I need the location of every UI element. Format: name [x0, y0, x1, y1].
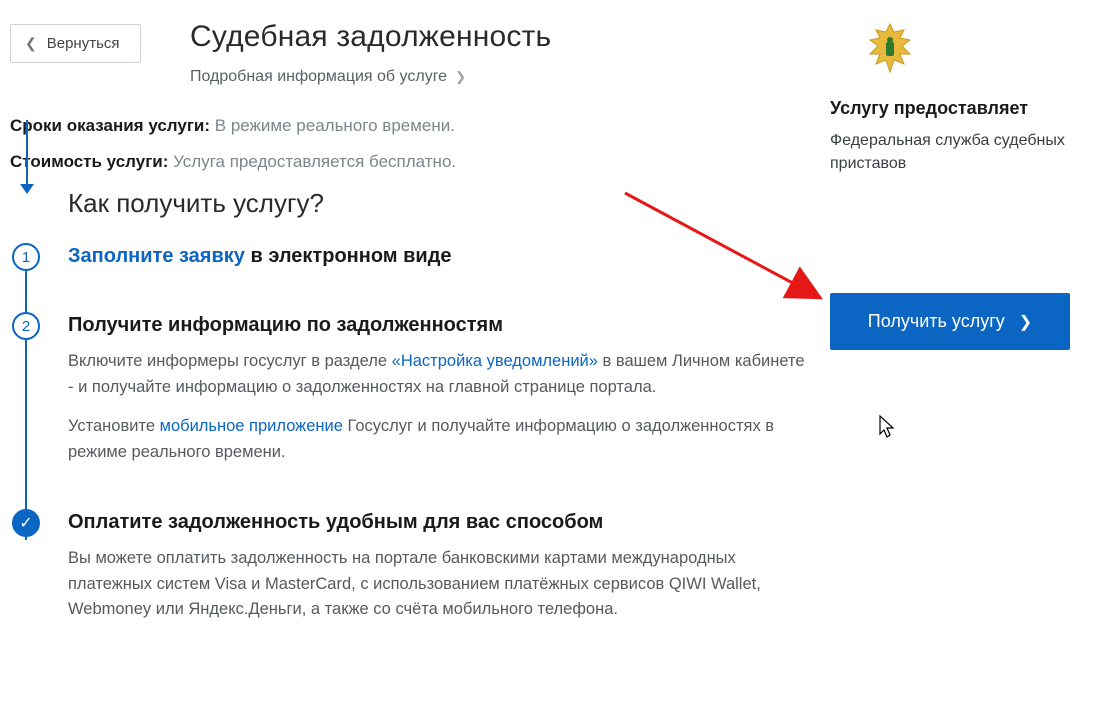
cost-value: Услуга предоставляется бесплатно.	[173, 152, 456, 171]
provider-emblem-icon	[860, 20, 920, 80]
provider-heading: Услугу предоставляет	[830, 98, 1090, 119]
step-2-paragraph-2: Установите мобильное приложение Госуслуг…	[68, 414, 810, 465]
service-cost: Стоимость услуги: Услуга предоставляется…	[10, 152, 810, 172]
step-1-rest: в электронном виде	[245, 245, 452, 267]
step-2-title: Получите информацию по задолженностям	[68, 314, 810, 337]
how-title: Как получить услугу?	[68, 188, 810, 219]
step-marker-check: ✓	[12, 509, 40, 537]
back-button[interactable]: ❮ Вернуться	[10, 24, 141, 63]
more-info-label: Подробная информация об услуге	[190, 68, 447, 86]
step-marker-2: 2	[12, 312, 40, 340]
back-label: Вернуться	[47, 35, 120, 52]
get-service-button[interactable]: Получить услугу ❯	[830, 293, 1070, 350]
step-1-title: Заполните заявку в электронном виде	[68, 245, 810, 268]
step-3: ✓ Оплатите задолженность удобным для вас…	[68, 511, 810, 623]
notification-settings-link[interactable]: «Настройка уведомлений»	[392, 352, 598, 370]
step-1-highlight[interactable]: Заполните заявку	[68, 245, 245, 267]
service-timing: Сроки оказания услуги: В режиме реальног…	[10, 116, 810, 136]
step-marker-1: 1	[12, 243, 40, 271]
step-2: 2 Получите информацию по задолженностям …	[68, 314, 810, 465]
page-title: Судебная задолженность	[190, 20, 810, 54]
timing-label: Сроки оказания услуги:	[10, 116, 210, 135]
step-3-paragraph: Вы можете оплатить задолженность на порт…	[68, 546, 810, 623]
timing-value: В режиме реального времени.	[215, 116, 455, 135]
chevron-left-icon: ❮	[25, 35, 37, 52]
arrow-down-icon	[20, 120, 34, 198]
step-1: 1 Заполните заявку в электронном виде	[68, 245, 810, 268]
mobile-app-link[interactable]: мобильное приложение	[160, 417, 343, 435]
chevron-right-icon: ❯	[1019, 312, 1032, 332]
step-2-paragraph-1: Включите информеры госуслуг в разделе «Н…	[68, 349, 810, 400]
provider-name: Федеральная служба судебных приставов	[830, 129, 1090, 175]
step-3-title: Оплатите задолженность удобным для вас с…	[68, 511, 810, 534]
cta-label: Получить услугу	[868, 311, 1005, 332]
more-info-link[interactable]: Подробная информация об услуге ❯	[190, 68, 466, 86]
chevron-right-icon: ❯	[455, 69, 466, 85]
